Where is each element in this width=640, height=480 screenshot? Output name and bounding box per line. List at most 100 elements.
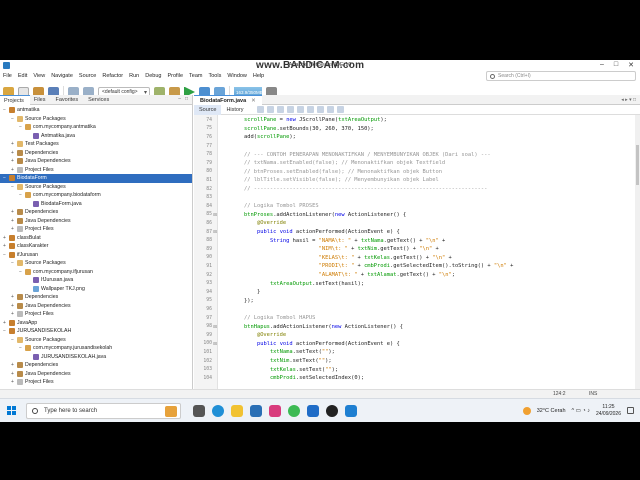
expand-toggle-icon[interactable]: − — [2, 175, 7, 181]
tree-node[interactable]: + Dependencies — [0, 361, 192, 370]
find-icon[interactable] — [276, 106, 284, 113]
code-line[interactable]: 75 scrollPane.setBounds(30, 260, 370, 15… — [194, 125, 640, 134]
expand-toggle-icon[interactable]: + — [10, 379, 15, 385]
expand-toggle-icon[interactable]: − — [10, 116, 15, 122]
expand-toggle-icon[interactable]: + — [2, 320, 7, 326]
notification-icon[interactable] — [627, 407, 634, 414]
code-line[interactable]: 81 // lblTitle.setVisible(false); // Men… — [194, 176, 640, 185]
menu-source[interactable]: Source — [79, 73, 96, 79]
uncomment-icon[interactable] — [336, 106, 344, 113]
code-line[interactable]: 89 "NIM\t: " + txtNim.getText() + "\n" + — [194, 245, 640, 254]
taskbar-search[interactable]: Type here to search — [26, 402, 181, 419]
tab-services[interactable]: Services — [84, 95, 115, 105]
tree-node[interactable]: + classKarakter — [0, 242, 192, 251]
code-line[interactable]: 102 txtNim.setText(""); — [194, 357, 640, 366]
instagram-icon[interactable] — [269, 404, 281, 417]
menu-refactor[interactable]: Refactor — [102, 73, 123, 79]
tree-node[interactable]: + JavaApp — [0, 319, 192, 328]
view-history[interactable]: History — [221, 105, 248, 115]
tree-node[interactable]: + Test Packages — [0, 140, 192, 149]
tree-node[interactable]: IfJurusan.java — [0, 276, 192, 285]
forward-icon[interactable] — [266, 106, 274, 113]
back-icon[interactable] — [256, 106, 264, 113]
tree-node[interactable]: + Project Files — [0, 310, 192, 319]
tree-node[interactable]: − com.mycompany.antmatika — [0, 123, 192, 132]
maximize-panel-icon[interactable]: □ — [185, 96, 188, 103]
tree-node[interactable]: − Source Packages — [0, 336, 192, 345]
tree-node[interactable]: + Dependencies — [0, 149, 192, 158]
code-line[interactable]: 104 cmbProdi.setSelectedIndex(0); — [194, 374, 640, 383]
tray-icons[interactable]: ^ ▭ ◔ ♪ — [572, 408, 590, 414]
menu-team[interactable]: Team — [189, 73, 202, 79]
tree-node[interactable]: − JURUSANDISEKOLAH — [0, 327, 192, 336]
tab-files[interactable]: Files — [30, 95, 52, 105]
menu-window[interactable]: Window — [227, 73, 247, 79]
store-icon[interactable] — [250, 404, 262, 417]
code-line[interactable]: 97 // Logika Tombol HAPUS — [194, 314, 640, 323]
expand-toggle-icon[interactable]: + — [10, 158, 15, 164]
tree-node[interactable]: + Java Dependencies — [0, 157, 192, 166]
code-line[interactable]: 82 // ----------------------------------… — [194, 185, 640, 194]
code-line[interactable]: 103 txtKelas.setText(""); — [194, 365, 640, 374]
tree-node[interactable]: − ifJurusan — [0, 251, 192, 260]
tree-node[interactable]: + Dependencies — [0, 208, 192, 217]
menu-tools[interactable]: Tools — [209, 73, 222, 79]
shift-right-icon[interactable] — [306, 106, 314, 113]
doc-controls[interactable]: ◂ ▸ ▾ □ — [621, 97, 640, 103]
code-line[interactable]: 74 scrollPane = new JScrollPane(txtAreaO… — [194, 116, 640, 125]
macro-icon[interactable] — [316, 106, 324, 113]
code-line[interactable]: 88 String hasil = "NAMA\t: " + txtNama.g… — [194, 236, 640, 245]
tree-node[interactable]: − com.mycompany.jurusandisekolah — [0, 344, 192, 353]
expand-toggle-icon[interactable]: + — [2, 235, 7, 241]
code-line[interactable]: 94 } — [194, 288, 640, 297]
expand-toggle-icon[interactable]: + — [10, 303, 15, 309]
close-tab-icon[interactable]: ✕ — [251, 98, 256, 104]
tree-node[interactable]: − Source Packages — [0, 183, 192, 192]
expand-toggle-icon[interactable]: − — [2, 252, 7, 258]
expand-toggle-icon[interactable]: + — [10, 311, 15, 317]
expand-toggle-icon[interactable]: + — [10, 141, 15, 147]
tree-node[interactable]: + Dependencies — [0, 293, 192, 302]
expand-toggle-icon[interactable]: + — [10, 209, 15, 215]
code-line[interactable]: 92 "ALAMAT\t: " + txtAlamat.getText() + … — [194, 271, 640, 280]
menu-view[interactable]: View — [33, 73, 45, 79]
task-view-icon[interactable] — [193, 404, 205, 417]
expand-toggle-icon[interactable]: − — [2, 328, 7, 334]
code-line[interactable]: 83 — [194, 193, 640, 202]
code-line[interactable]: 93 txtAreaOutput.setText(hasil); — [194, 279, 640, 288]
expand-toggle-icon[interactable]: + — [2, 243, 7, 249]
comment-icon[interactable] — [326, 106, 334, 113]
expand-toggle-icon[interactable]: − — [18, 192, 23, 198]
tree-node[interactable]: − com.mycompany.biodataform — [0, 191, 192, 200]
code-line[interactable]: 87 ⊟ public void actionPerformed(ActionEv… — [194, 228, 640, 237]
code-line[interactable]: 76 add(scrollPane); — [194, 133, 640, 142]
expand-toggle-icon[interactable]: + — [10, 218, 15, 224]
expand-toggle-icon[interactable]: + — [10, 362, 15, 368]
bookmark-icon[interactable] — [286, 106, 294, 113]
tree-node[interactable]: JURUSANDISEKOLAH.java — [0, 353, 192, 362]
tree-node[interactable]: Antmatika.java — [0, 132, 192, 141]
tab-projects[interactable]: Projects — [0, 95, 30, 105]
code-line[interactable]: 80 // btnProses.setEnabled(false); // Me… — [194, 168, 640, 177]
menu-debug[interactable]: Debug — [145, 73, 161, 79]
tree-node[interactable]: Wallpaper TKJ.png — [0, 285, 192, 294]
expand-toggle-icon[interactable]: + — [10, 167, 15, 173]
code-line[interactable]: 84 // Logika Tombol PROSES — [194, 202, 640, 211]
tree-node[interactable]: + Project Files — [0, 166, 192, 175]
weather-text[interactable]: 32°C Cerah — [537, 408, 566, 414]
tree-node[interactable]: − BiodataForm — [0, 174, 192, 183]
windows-start-icon[interactable] — [7, 406, 16, 415]
tab-favorites[interactable]: Favorites — [52, 95, 85, 105]
expand-toggle-icon[interactable]: − — [2, 107, 7, 113]
code-editor[interactable]: 74 scrollPane = new JScrollPane(txtAreaO… — [194, 115, 640, 389]
code-line[interactable]: 95 }); — [194, 297, 640, 306]
tree-node[interactable]: − antmatika — [0, 106, 192, 115]
tree-node[interactable]: + Java Dependencies — [0, 302, 192, 311]
tree-node[interactable]: − Source Packages — [0, 259, 192, 268]
shift-left-icon[interactable] — [296, 106, 304, 113]
menu-profile[interactable]: Profile — [167, 73, 183, 79]
tree-node[interactable]: − Source Packages — [0, 115, 192, 124]
expand-toggle-icon[interactable]: + — [10, 150, 15, 156]
code-line[interactable]: 78 // --- CONTOH PENERAPAN MENONAKTIFKAN… — [194, 150, 640, 159]
menu-navigate[interactable]: Navigate — [51, 73, 73, 79]
